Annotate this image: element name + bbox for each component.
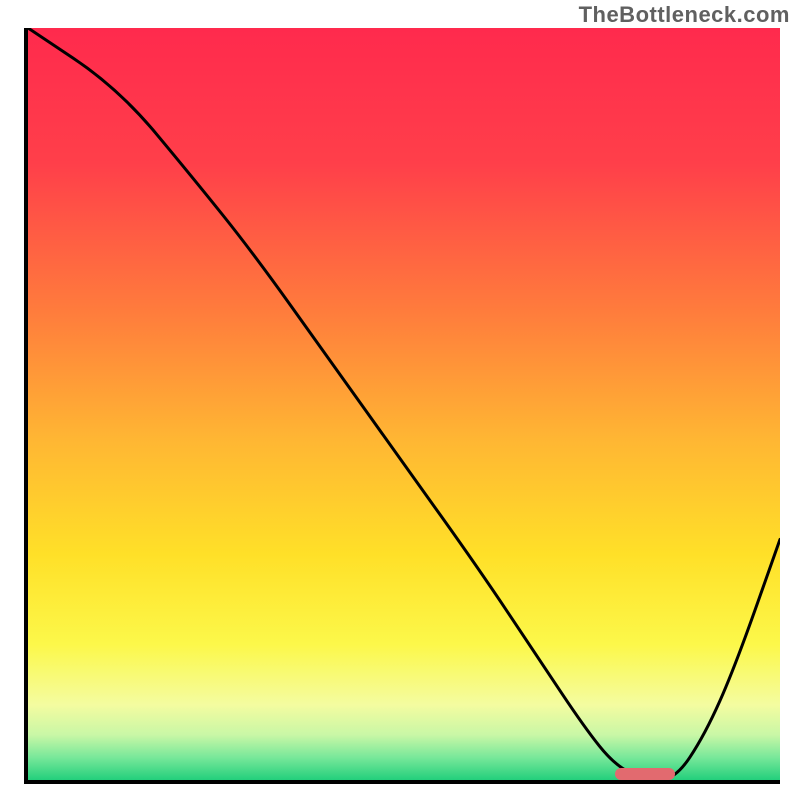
bottleneck-curve <box>28 28 780 780</box>
chart-frame: TheBottleneck.com <box>0 0 800 800</box>
plot-area <box>24 28 780 784</box>
optimal-marker <box>615 768 675 780</box>
watermark-text: TheBottleneck.com <box>579 2 790 28</box>
